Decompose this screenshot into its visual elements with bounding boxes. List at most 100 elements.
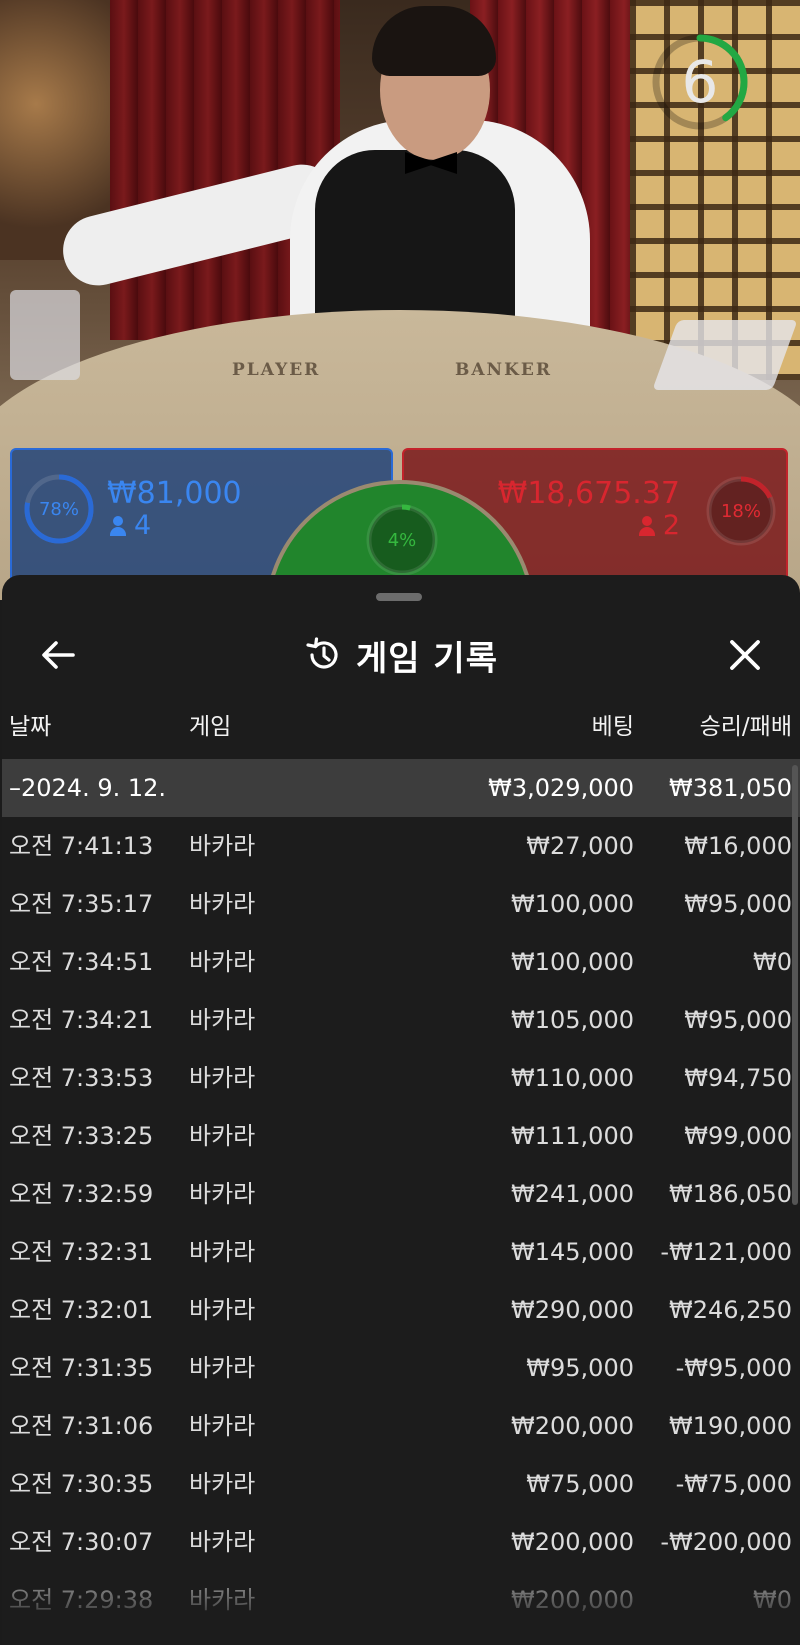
row-game: 바카라 — [189, 1238, 256, 1266]
row-game: 바카라 — [189, 948, 256, 976]
row-game: 바카라 — [189, 1354, 256, 1382]
player-bettors: 4 — [110, 510, 151, 541]
banker-bet-amount: ₩18,675.37 — [497, 476, 680, 511]
row-time: 오전 7:35:17 — [9, 890, 154, 918]
date-group-row[interactable]: –2024. 9. 12. ₩3,029,000 ₩381,050 — [2, 759, 800, 817]
felt-player-label: PLAYER — [232, 360, 321, 380]
row-game: 바카라 — [189, 1528, 256, 1556]
row-win-loss: ₩190,000 — [669, 1412, 792, 1440]
row-win-loss: ₩0 — [753, 1586, 792, 1614]
row-time: 오전 7:32:01 — [9, 1296, 154, 1324]
row-game: 바카라 — [189, 1470, 256, 1498]
scrollbar[interactable] — [792, 765, 798, 1205]
row-win-loss: ₩0 — [753, 948, 792, 976]
row-bet: ₩100,000 — [511, 890, 634, 918]
row-game: 바카라 — [189, 832, 256, 860]
row-game: 바카라 — [189, 1296, 256, 1324]
table-row[interactable]: 오전 7:33:53 바카라 ₩110,000 ₩94,750 — [2, 1049, 800, 1107]
row-bet: ₩200,000 — [511, 1586, 634, 1614]
column-header-game[interactable]: 게임 — [189, 695, 231, 759]
person-icon — [638, 515, 655, 536]
row-time: 오전 7:30:07 — [9, 1528, 154, 1556]
countdown-timer: 6 — [648, 30, 768, 150]
drag-handle[interactable] — [376, 593, 422, 601]
column-header-win-loss[interactable]: 승리/패배 — [700, 695, 792, 759]
group-win-loss-total: ₩381,050 — [669, 774, 792, 802]
close-button[interactable] — [717, 629, 773, 681]
card-shoe — [652, 320, 798, 390]
table-row[interactable]: 오전 7:30:07 바카라 ₩200,000 -₩200,000 — [2, 1513, 800, 1571]
row-win-loss: -₩95,000 — [675, 1354, 792, 1382]
tie-percent: 4% — [387, 529, 417, 551]
row-game: 바카라 — [189, 1006, 256, 1034]
sheet-title: 게임 기록 — [356, 638, 498, 679]
player-percent: 78% — [38, 498, 79, 520]
row-bet: ₩100,000 — [511, 948, 634, 976]
card-holder — [10, 290, 80, 380]
group-date: –2024. 9. 12. — [9, 774, 167, 802]
row-game: 바카라 — [189, 1064, 256, 1092]
row-bet: ₩75,000 — [526, 1470, 634, 1498]
row-bet: ₩111,000 — [511, 1122, 634, 1150]
row-bet: ₩241,000 — [511, 1180, 634, 1208]
row-time: 오전 7:33:53 — [9, 1064, 154, 1092]
row-time: 오전 7:29:38 — [9, 1586, 154, 1614]
row-bet: ₩105,000 — [511, 1006, 634, 1034]
row-win-loss: ₩99,000 — [684, 1122, 792, 1150]
countdown-number: 6 — [681, 48, 719, 116]
column-header-bet[interactable]: 베팅 — [592, 695, 634, 759]
row-bet: ₩290,000 — [511, 1296, 634, 1324]
felt-banker-label: BANKER — [455, 360, 552, 380]
table-row[interactable]: 오전 7:34:51 바카라 ₩100,000 ₩0 — [2, 933, 800, 991]
table-row[interactable]: 오전 7:31:35 바카라 ₩95,000 -₩95,000 — [2, 1339, 800, 1397]
row-win-loss: -₩200,000 — [660, 1528, 792, 1556]
row-win-loss: ₩95,000 — [684, 1006, 792, 1034]
table-row[interactable]: 오전 7:29:38 바카라 ₩200,000 ₩0 — [2, 1571, 800, 1629]
row-game: 바카라 — [189, 1586, 256, 1614]
live-video: PLAYER BANKER 6 78% ₩81,000 4 18% ₩18,67… — [0, 0, 800, 600]
table-row[interactable]: 오전 7:34:21 바카라 ₩105,000 ₩95,000 — [2, 991, 800, 1049]
row-win-loss: -₩121,000 — [660, 1238, 792, 1266]
row-win-loss: ₩94,750 — [684, 1064, 792, 1092]
column-header-date[interactable]: 날짜 — [9, 695, 51, 759]
row-win-loss: ₩186,050 — [669, 1180, 792, 1208]
row-game: 바카라 — [189, 890, 256, 918]
person-icon — [110, 515, 126, 536]
row-time: 오전 7:31:06 — [9, 1412, 154, 1440]
table-row[interactable]: 오전 7:32:59 바카라 ₩241,000 ₩186,050 — [2, 1165, 800, 1223]
table-row[interactable]: 오전 7:31:06 바카라 ₩200,000 ₩190,000 — [2, 1397, 800, 1455]
table-row[interactable]: 오전 7:41:13 바카라 ₩27,000 ₩16,000 — [2, 817, 800, 875]
sheet-title-group: 게임 기록 — [2, 615, 800, 695]
table-row[interactable]: 오전 7:32:31 바카라 ₩145,000 -₩121,000 — [2, 1223, 800, 1281]
row-win-loss: ₩246,250 — [669, 1296, 792, 1324]
row-time: 오전 7:34:21 — [9, 1006, 154, 1034]
row-time: 오전 7:31:35 — [9, 1354, 154, 1382]
row-win-loss: ₩95,000 — [684, 890, 792, 918]
back-button[interactable] — [30, 629, 86, 681]
table-row[interactable]: 오전 7:32:01 바카라 ₩290,000 ₩246,250 — [2, 1281, 800, 1339]
group-bet-total: ₩3,029,000 — [488, 774, 634, 802]
history-table: 날짜 게임 베팅 승리/패배 –2024. 9. 12. ₩3,029,000 … — [2, 695, 800, 1629]
sheet-header: 게임 기록 — [2, 615, 800, 695]
row-time: 오전 7:32:59 — [9, 1180, 154, 1208]
row-win-loss: ₩16,000 — [684, 832, 792, 860]
row-time: 오전 7:32:31 — [9, 1238, 154, 1266]
row-time: 오전 7:41:13 — [9, 832, 154, 860]
row-bet: ₩145,000 — [511, 1238, 634, 1266]
history-icon — [306, 637, 338, 669]
row-bet: ₩200,000 — [511, 1528, 634, 1556]
table-row[interactable]: 오전 7:35:17 바카라 ₩100,000 ₩95,000 — [2, 875, 800, 933]
row-time: 오전 7:30:35 — [9, 1470, 154, 1498]
arrow-left-icon — [42, 641, 75, 669]
game-history-sheet: 게임 기록 날짜 게임 베팅 승리/패배 –2024. 9. 12. ₩3,02… — [2, 575, 800, 1645]
close-icon — [730, 640, 760, 670]
row-game: 바카라 — [189, 1180, 256, 1208]
row-bet: ₩95,000 — [526, 1354, 634, 1382]
table-row[interactable]: 오전 7:33:25 바카라 ₩111,000 ₩99,000 — [2, 1107, 800, 1165]
banker-bettor-count: 2 — [662, 510, 680, 541]
banker-bettors: 2 — [638, 510, 680, 541]
table-row[interactable]: 오전 7:30:35 바카라 ₩75,000 -₩75,000 — [2, 1455, 800, 1513]
row-time: 오전 7:34:51 — [9, 948, 154, 976]
banker-percent: 18% — [720, 500, 761, 522]
row-time: 오전 7:33:25 — [9, 1122, 154, 1150]
